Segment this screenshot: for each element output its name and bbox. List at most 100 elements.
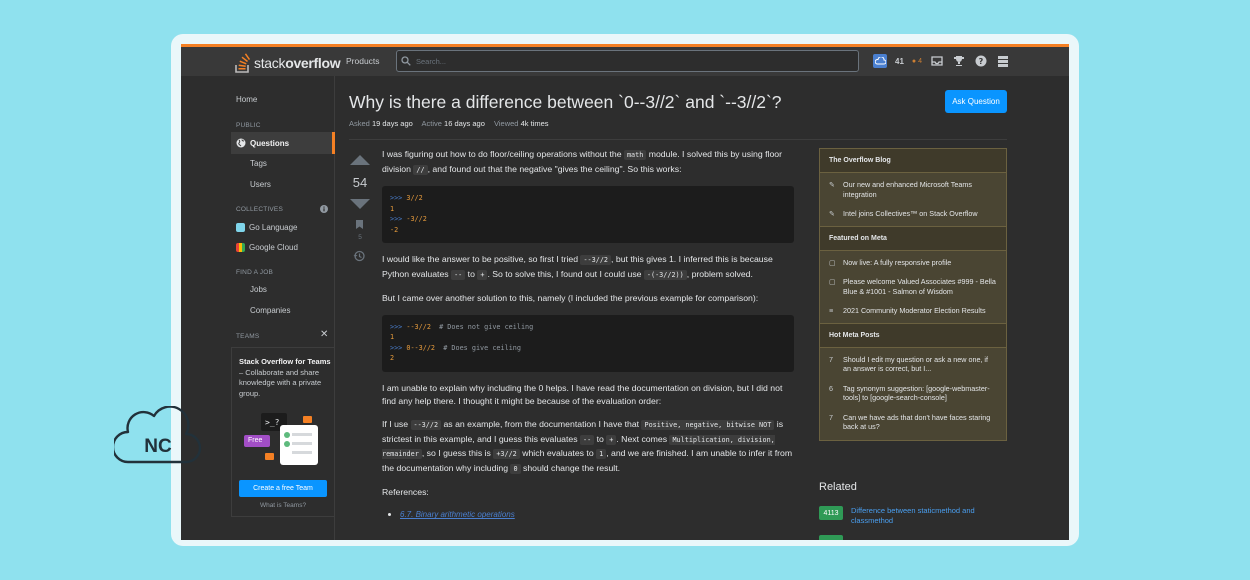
teams-promo: Stack Overflow for Teams – Collaborate a… [231, 347, 335, 517]
blog-header: The Overflow Blog [820, 149, 1006, 173]
nc-cloud-logo: NC [114, 406, 202, 464]
question-body: I was figuring out how to do floor/ceili… [382, 148, 794, 522]
blog-item[interactable]: ✎ Our new and enhanced Microsoft Teams in… [820, 173, 1006, 204]
meta-item[interactable]: ▢ Please welcome Valued Associates #999 -… [820, 272, 1006, 301]
top-bar: stackoverflow Products 41 ● 4 ? [181, 44, 1069, 76]
active-value: 16 days ago [444, 119, 485, 128]
nav-collective-google-cloud[interactable]: Google Cloud [236, 243, 298, 253]
pencil-icon: ✎ [829, 209, 836, 218]
title-divider [349, 139, 1007, 140]
nav-collective-go-label: Go Language [249, 223, 298, 232]
free-badge: Free [248, 437, 263, 444]
nav-section-public: PUBLIC [236, 122, 261, 129]
nav-tags[interactable]: Tags [250, 159, 267, 168]
nav-questions-label: Questions [250, 138, 290, 148]
nc-label: NC [144, 436, 172, 457]
vote-score: 54 [352, 175, 368, 190]
nav-collective-gc-label: Google Cloud [249, 243, 298, 252]
meta-header: Featured on Meta [820, 225, 1006, 251]
ask-question-button[interactable]: Ask Question [945, 90, 1007, 113]
bookmark-icon[interactable] [355, 219, 364, 230]
related-score-partial [819, 535, 843, 540]
history-icon[interactable] [353, 250, 365, 262]
what-is-teams-link[interactable]: What is Teams? [232, 502, 334, 509]
sidebar-widget: The Overflow Blog ✎ Our new and enhanced … [819, 148, 1007, 441]
list-item: 6.7. Binary arithmetic operations [400, 508, 794, 522]
nav-section-collectives: COLLECTIVES [236, 206, 283, 213]
reference-link[interactable]: 6.7. Binary arithmetic operations [400, 510, 515, 519]
question-meta: Asked 19 days ago Active 16 days ago Vie… [349, 119, 556, 128]
nav-section-teams: TEAMS [236, 333, 260, 340]
post-paragraph: I am unable to explain why including the… [382, 382, 783, 407]
downvote-arrow-icon[interactable] [350, 199, 370, 209]
reputation-count: 41 [895, 56, 904, 66]
active-label: Active [421, 119, 442, 128]
info-icon[interactable] [320, 205, 328, 213]
hot-meta-item[interactable]: 7 Can we have ads that don't have faces s… [820, 408, 1006, 440]
post-paragraph: But I came over another solution to this… [382, 292, 759, 303]
related-item[interactable]: 4113 Difference between staticmethod and… [819, 506, 1001, 526]
avatar[interactable] [873, 54, 887, 68]
help-icon[interactable]: ? [974, 54, 988, 68]
references-label: References: [382, 486, 429, 497]
related-score: 4113 [819, 506, 843, 520]
inbox-icon[interactable] [930, 54, 944, 68]
meta-item[interactable]: ▢ Now live: A fully responsive profile [820, 251, 1006, 273]
viewed-value: 4k times [520, 119, 549, 128]
code-block: >>> --3//2 # Does not give ceiling 1 >>>… [382, 314, 794, 372]
go-language-icon [236, 223, 245, 233]
globe-icon [236, 138, 246, 148]
asked-label: Asked [349, 119, 370, 128]
bronze-badge-number: 4 [918, 57, 922, 65]
svg-text:?: ? [979, 57, 984, 66]
search-input[interactable] [411, 56, 831, 66]
avatar-cloud-icon [874, 57, 886, 65]
nav-jobs[interactable]: Jobs [250, 285, 267, 294]
code-block: >>> 3//2 1 >>> -3//2 -2 [382, 186, 794, 244]
references-list: 6.7. Binary arithmetic operations [400, 508, 794, 522]
post-paragraph: I would like the answer to be positive, … [382, 254, 773, 281]
achievements-trophy-icon[interactable] [952, 54, 966, 68]
svg-text:>_?: >_? [265, 418, 280, 427]
related-header: Related [819, 481, 857, 493]
hot-meta-item[interactable]: 6 Tag synonym suggestion: [google-webmast… [820, 379, 1006, 408]
pencil-icon: ✎ [829, 180, 836, 189]
teams-title: Stack Overflow for Teams [239, 357, 331, 366]
bookmark-count: 5 [358, 234, 362, 241]
stack-exchange-icon: ≡ [829, 306, 834, 315]
nav-companies[interactable]: Companies [250, 306, 290, 315]
search-box[interactable] [396, 50, 859, 72]
logo-text-plain: stack [254, 55, 286, 71]
upvote-arrow-icon[interactable] [350, 155, 370, 165]
google-cloud-icon [236, 243, 245, 253]
viewed-label: Viewed [494, 119, 519, 128]
question-title[interactable]: Why is there a difference between `0--3/… [349, 92, 782, 113]
bronze-badge-count: ● 4 [911, 57, 922, 65]
search-icon [401, 56, 411, 66]
logo-text-bold: overflow [285, 55, 341, 71]
post-paragraph: I was figuring out how to do floor/ceili… [382, 149, 783, 175]
post-paragraph: If I use --3//2 as an example, from the … [382, 418, 793, 475]
left-sidebar: Home PUBLIC Questions Tags Users COLLECT… [231, 76, 335, 540]
related-link[interactable]: Difference between staticmethod and clas… [851, 506, 1001, 526]
hot-meta-item[interactable]: 7 Should I edit my question or ask a new … [820, 348, 1006, 379]
close-icon[interactable]: ✕ [320, 329, 328, 340]
products-menu[interactable]: Products [346, 56, 380, 66]
nav-home[interactable]: Home [236, 95, 257, 104]
nav-questions[interactable]: Questions [231, 132, 335, 154]
nav-users[interactable]: Users [250, 180, 271, 189]
asked-value: 19 days ago [371, 119, 413, 128]
hot-meta-header: Hot Meta Posts [820, 322, 1006, 348]
nav-collective-go[interactable]: Go Language [236, 223, 298, 233]
top-bar-icons: 41 ● 4 ? [873, 52, 1010, 70]
site-switcher-icon[interactable] [996, 54, 1010, 68]
create-free-team-button[interactable]: Create a free Team [239, 480, 327, 497]
nav-section-find-job: FIND A JOB [236, 269, 274, 276]
stackoverflow-logo[interactable]: stackoverflow [235, 51, 341, 75]
meta-item[interactable]: ≡ 2021 Community Moderator Election Resul… [820, 301, 1006, 323]
blog-item[interactable]: ✎ Intel joins Collectives™ on Stack Overf… [820, 204, 1006, 226]
stack-logo-icon [235, 53, 251, 73]
speech-bubble-icon: ▢ [829, 277, 836, 286]
teams-description: – Collaborate and share knowledge with a… [239, 367, 322, 398]
browser-viewport: stackoverflow Products 41 ● 4 ? [181, 44, 1069, 540]
